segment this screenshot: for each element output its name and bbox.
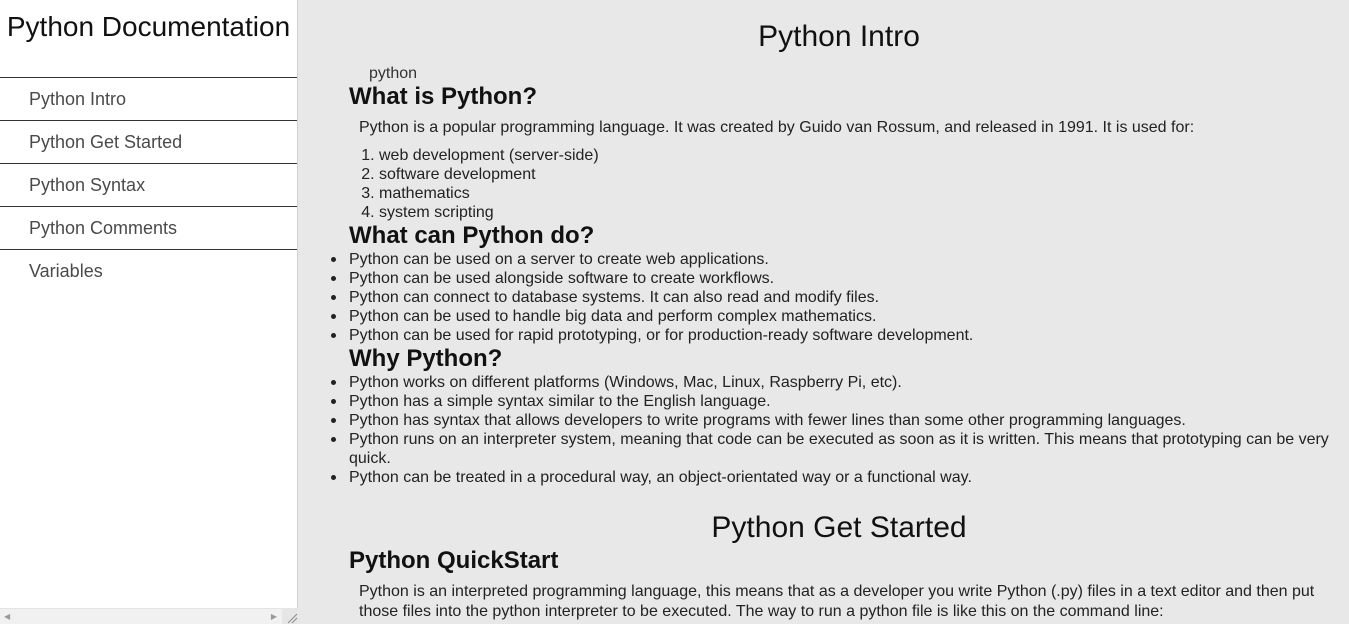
nav-link-python-comments[interactable]: Python Comments	[0, 207, 297, 250]
page-layout: Python Documentation Python Intro Python…	[0, 0, 1349, 624]
python-image-broken: python	[369, 65, 418, 82]
nav-link-python-intro[interactable]: Python Intro	[0, 78, 297, 121]
nav-list: Python Intro Python Get Started Python S…	[0, 78, 297, 292]
caret-right-icon[interactable]: ▶	[271, 612, 277, 622]
list-item: Python can be used on a server to create…	[331, 250, 1329, 269]
list-item: system scripting	[379, 203, 1329, 222]
can-do-list: Python can be used on a server to create…	[331, 250, 1329, 345]
what-is-python-text: Python is a popular programming language…	[359, 119, 1195, 136]
uses-list: web development (server-side) software d…	[359, 146, 1329, 222]
list-item: Python works on different platforms (Win…	[331, 373, 1329, 392]
nav-link-python-get-started[interactable]: Python Get Started	[0, 121, 297, 164]
section-python-get-started: Python Get Started Python QuickStart Pyt…	[349, 509, 1329, 622]
list-item: Python can be used for rapid prototyping…	[331, 326, 1329, 345]
sidebar-nav: Python Documentation Python Intro Python…	[0, 0, 298, 624]
resize-grip-icon[interactable]	[282, 608, 298, 624]
list-item: software development	[379, 165, 1329, 184]
why-python-title: Why Python?	[349, 345, 503, 372]
main-content: Python Intro python What is Python? Pyth…	[298, 0, 1349, 624]
section-python-intro: Python Intro python What is Python? Pyth…	[331, 0, 1329, 487]
sidebar-horizontal-scrollbar[interactable]: ◀ ▶	[0, 608, 282, 624]
section-header-python-intro: Python Intro	[758, 20, 920, 53]
caret-left-icon[interactable]: ◀	[4, 612, 10, 622]
list-item: Python can be used to handle big data an…	[331, 307, 1329, 326]
nav-link-variables[interactable]: Variables	[0, 250, 297, 292]
list-item: Python has syntax that allows developers…	[331, 411, 1329, 430]
what-is-python-title: What is Python?	[349, 83, 537, 110]
list-item: Python has a simple syntax similar to th…	[331, 392, 1329, 411]
why-list: Python works on different platforms (Win…	[331, 373, 1329, 487]
list-item: Python can be treated in a procedural wa…	[331, 468, 1329, 487]
python-quickstart-title: Python QuickStart	[349, 547, 559, 574]
list-item: mathematics	[379, 184, 1329, 203]
sidebar-title: Python Documentation	[0, 0, 297, 78]
list-item: Python can be used alongside software to…	[331, 269, 1329, 288]
nav-link-python-syntax[interactable]: Python Syntax	[0, 164, 297, 207]
python-quickstart-text: Python is an interpreted programming lan…	[359, 583, 1315, 620]
list-item: Python runs on an interpreter system, me…	[331, 431, 1329, 467]
list-item: web development (server-side)	[379, 146, 1329, 165]
section-header-python-get-started: Python Get Started	[711, 511, 967, 544]
what-can-python-do-title: What can Python do?	[349, 222, 595, 249]
list-item: Python can connect to database systems. …	[331, 288, 1329, 307]
